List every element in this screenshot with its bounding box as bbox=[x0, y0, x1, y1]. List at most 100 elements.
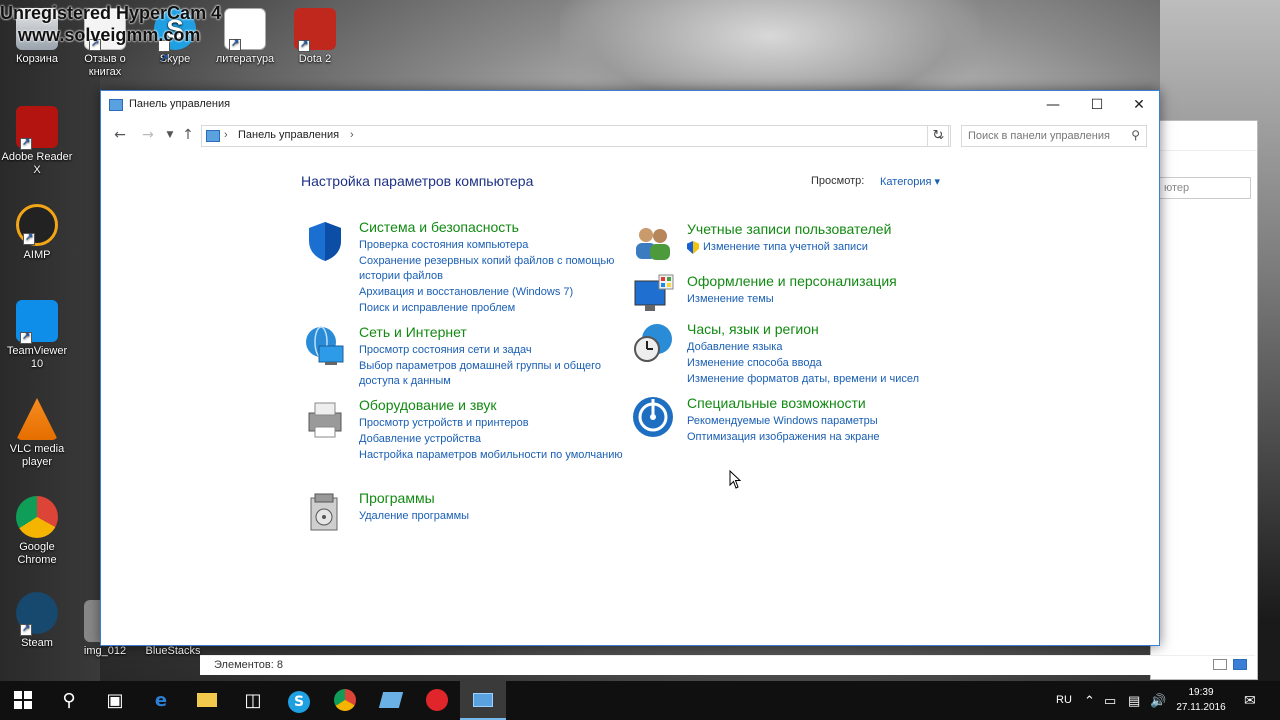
category-link[interactable]: Оптимизация изображения на экране bbox=[687, 430, 957, 445]
refresh-button[interactable]: ↻ bbox=[927, 125, 949, 147]
teamviewer-icon bbox=[16, 300, 58, 344]
minimize-button[interactable]: — bbox=[1031, 91, 1075, 119]
category-link[interactable]: Добавление языка bbox=[687, 340, 957, 355]
battery-icon[interactable]: ▭ bbox=[1104, 681, 1116, 720]
view-label: Просмотр: bbox=[811, 175, 865, 187]
taskbar-store[interactable]: ◫ bbox=[230, 681, 276, 720]
taskbar-chrome[interactable] bbox=[322, 681, 368, 720]
category-link[interactable]: Рекомендуемые Windows параметры bbox=[687, 414, 957, 429]
breadcrumb-separator-icon: › bbox=[224, 129, 228, 141]
forward-button[interactable]: → bbox=[139, 126, 157, 144]
windows-logo-icon bbox=[14, 691, 32, 709]
status-bar: Элементов: 8 bbox=[200, 655, 1255, 675]
up-button[interactable]: ↑ bbox=[179, 126, 197, 144]
watermark-line1: Unregistered HyperCam 4 bbox=[0, 3, 222, 23]
desktop-icon-adobe-reader[interactable]: Adobe Reader X bbox=[0, 106, 74, 177]
view-by-dropdown[interactable]: Категория ▾ bbox=[880, 175, 940, 188]
category-link[interactable]: Проверка состояния компьютера bbox=[359, 238, 629, 253]
category-link-text: Изменение типа учетной записи bbox=[703, 241, 868, 253]
desktop-icon-label: VLC media player bbox=[9, 443, 65, 468]
desktop-icon-teamviewer[interactable]: TeamViewer 10 bbox=[0, 300, 74, 371]
breadcrumb-control-panel[interactable]: Панель управления bbox=[238, 129, 339, 141]
window-titlebar[interactable]: Панель управления — ☐ ✕ bbox=[101, 91, 1159, 119]
search-placeholder: Поиск в панели управления bbox=[968, 130, 1110, 142]
desktop-icon-label: Отзыв о книгах bbox=[84, 53, 126, 78]
background-window-search: ютер bbox=[1159, 177, 1251, 199]
app-icon bbox=[378, 692, 404, 708]
background-window: ютер bbox=[1150, 120, 1258, 680]
desktop-icon-aimp[interactable]: AIMP bbox=[0, 204, 74, 262]
maximize-button[interactable]: ☐ bbox=[1075, 91, 1119, 119]
category-link[interactable]: Сохранение резервных копий файлов с помо… bbox=[359, 254, 629, 284]
control-panel-content: Настройка параметров компьютера Просмотр… bbox=[101, 153, 1159, 645]
uac-shield-icon bbox=[687, 241, 699, 254]
steam-icon bbox=[16, 592, 58, 636]
desktop-icon-steam[interactable]: Steam bbox=[0, 592, 74, 650]
category-title[interactable]: Оформление и персонализация bbox=[687, 273, 897, 289]
category-title[interactable]: Специальные возможности bbox=[687, 395, 866, 411]
chrome-icon bbox=[334, 689, 356, 711]
category-title[interactable]: Сеть и Интернет bbox=[359, 324, 467, 340]
details-view-icon[interactable] bbox=[1213, 659, 1227, 670]
category-link[interactable]: Настройка параметров мобильности по умол… bbox=[359, 448, 629, 463]
desktop-icon-label: Корзина bbox=[16, 53, 58, 65]
accessibility-icon bbox=[633, 397, 673, 437]
desktop-icon-dota2[interactable]: Dota 2 bbox=[278, 8, 352, 66]
category-title[interactable]: Система и безопасность bbox=[359, 219, 519, 235]
word-document-icon bbox=[224, 8, 266, 51]
category-title[interactable]: Оборудование и звук bbox=[359, 397, 497, 413]
category-link[interactable]: Добавление устройства bbox=[359, 432, 629, 447]
monitor-palette-icon bbox=[634, 274, 674, 311]
category-title[interactable]: Часы, язык и регион bbox=[687, 321, 819, 337]
back-button[interactable]: ← bbox=[111, 126, 129, 144]
dota2-icon bbox=[294, 8, 336, 52]
users-icon bbox=[636, 228, 670, 260]
control-panel-icon bbox=[473, 693, 493, 707]
task-view-button[interactable]: ▣ bbox=[92, 681, 138, 720]
desktop-icon-label: Steam bbox=[21, 637, 53, 649]
large-icons-view-icon[interactable] bbox=[1233, 659, 1247, 670]
control-panel-icon bbox=[206, 130, 220, 142]
category-title[interactable]: Программы bbox=[359, 490, 435, 506]
taskbar-app[interactable] bbox=[368, 681, 414, 720]
language-indicator[interactable]: RU bbox=[1056, 681, 1072, 720]
start-button[interactable] bbox=[0, 681, 46, 720]
address-field[interactable]: › Панель управления › ⌄ bbox=[201, 125, 951, 147]
category-link[interactable]: Поиск и исправление проблем bbox=[359, 301, 629, 316]
close-button[interactable]: ✕ bbox=[1117, 91, 1161, 119]
recent-locations-button[interactable]: ▼ bbox=[161, 126, 179, 144]
category-link[interactable]: Изменение способа ввода bbox=[687, 356, 957, 371]
desktop-icon-vlc[interactable]: VLC media player bbox=[0, 398, 74, 469]
category-link[interactable]: Изменение типа учетной записи bbox=[687, 240, 957, 255]
adobe-reader-icon bbox=[16, 106, 58, 150]
clock-time: 19:39 bbox=[1188, 687, 1214, 698]
desktop-icon-chrome[interactable]: Google Chrome bbox=[0, 496, 74, 567]
volume-icon[interactable]: 🔊 bbox=[1150, 681, 1166, 720]
taskbar-opera[interactable] bbox=[414, 681, 460, 720]
shield-icon bbox=[309, 222, 341, 261]
taskbar-clock[interactable]: 19:39 27.11.2016 bbox=[1168, 685, 1234, 715]
category-link[interactable]: Просмотр устройств и принтеров bbox=[359, 416, 629, 431]
taskbar-skype[interactable]: S bbox=[276, 681, 322, 720]
category-link[interactable]: Изменение темы bbox=[687, 292, 957, 307]
desktop-icon-label: AIMP bbox=[23, 249, 51, 261]
show-hidden-icons-button[interactable]: ⌃ bbox=[1084, 681, 1095, 720]
network-icon[interactable]: ▤ bbox=[1128, 681, 1140, 720]
desktop-icon-label: Google Chrome bbox=[17, 541, 57, 566]
category-link[interactable]: Изменение форматов даты, времени и чисел bbox=[687, 372, 957, 387]
search-icon: ⚲ bbox=[1131, 128, 1140, 142]
category-title[interactable]: Учетные записи пользователей bbox=[687, 221, 891, 237]
opera-icon bbox=[426, 689, 448, 711]
search-button[interactable]: ⚲ bbox=[46, 681, 92, 720]
category-link[interactable]: Архивация и восстановление (Windows 7) bbox=[359, 285, 629, 300]
category-link[interactable]: Просмотр состояния сети и задач bbox=[359, 343, 629, 358]
search-input[interactable]: Поиск в панели управления ⚲ bbox=[961, 125, 1147, 147]
action-center-icon[interactable]: ✉ bbox=[1244, 681, 1256, 720]
taskbar-control-panel[interactable] bbox=[460, 681, 506, 720]
taskbar-edge[interactable]: e bbox=[138, 681, 184, 720]
category-link[interactable]: Удаление программы bbox=[359, 509, 629, 524]
taskbar-explorer[interactable] bbox=[184, 681, 230, 720]
desktop-icon-label: литература bbox=[215, 53, 275, 65]
category-link[interactable]: Выбор параметров домашней группы и общег… bbox=[359, 359, 629, 389]
recording-watermark: Unregistered HyperCam 4 www.solveigmm.co… bbox=[0, 2, 221, 46]
